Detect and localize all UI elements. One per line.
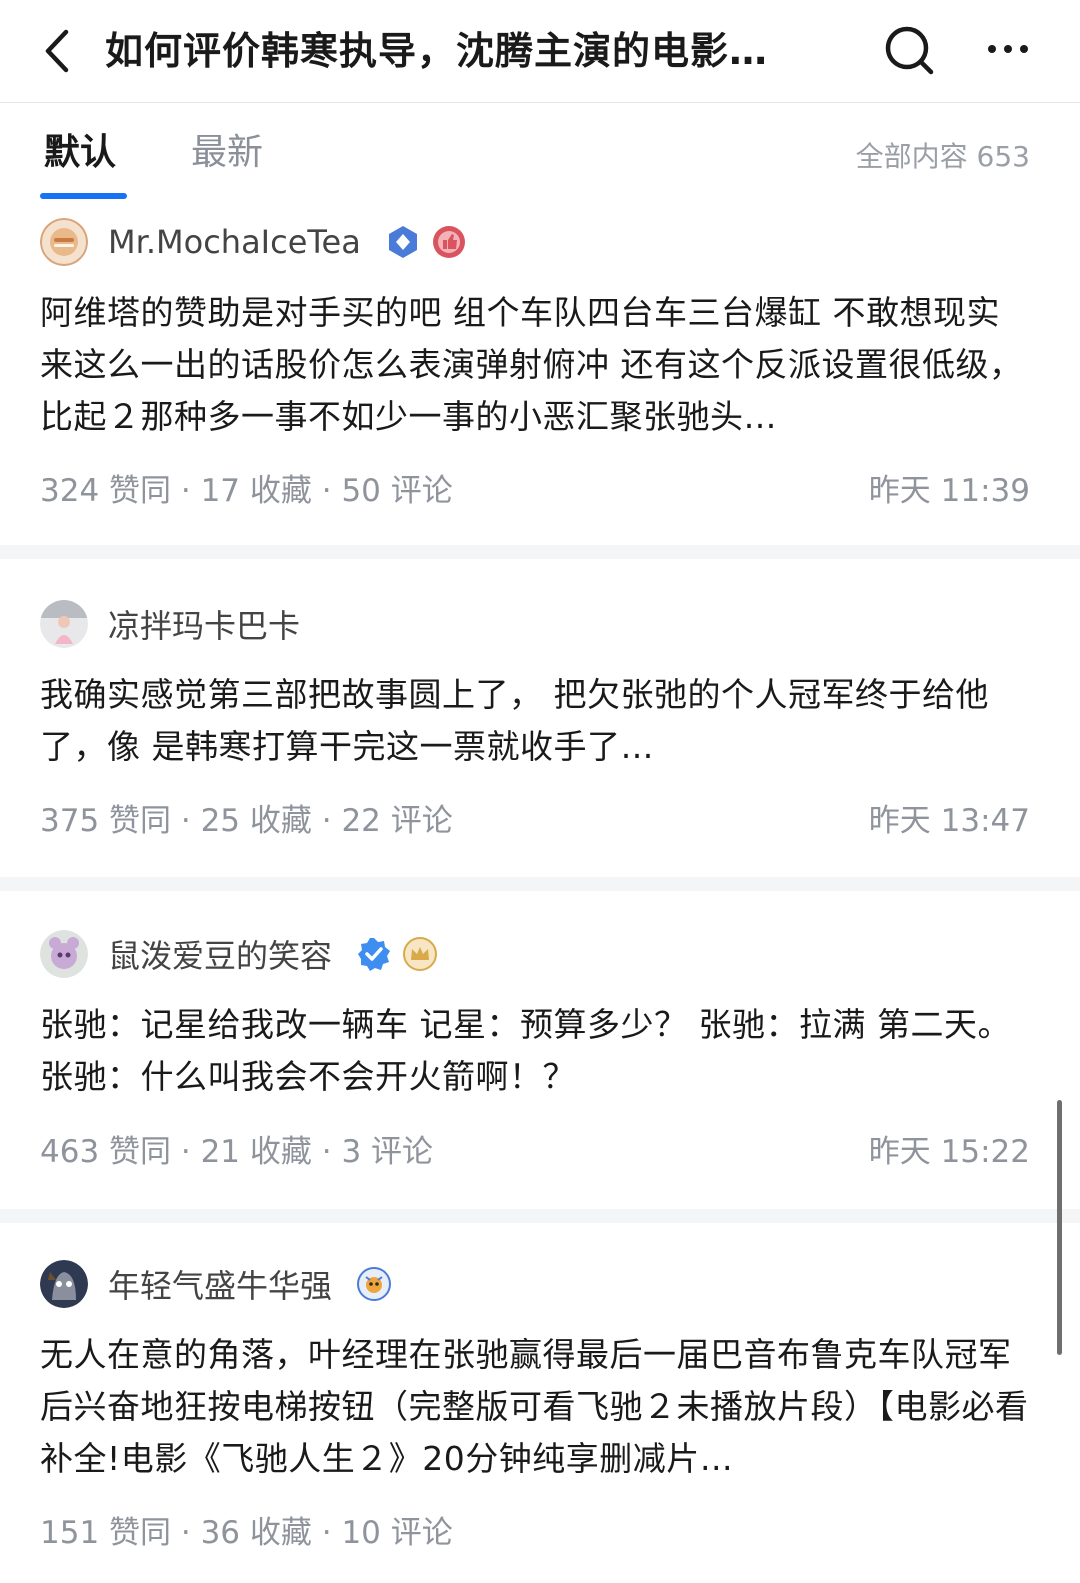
answer-card[interactable]: Mr.MochaIceTea 阿维塔的赞助是对手买的吧 组个车队四台车三台爆缸 … <box>0 199 1080 545</box>
card-divider <box>0 877 1080 891</box>
author-name[interactable]: Mr.MochaIceTea <box>108 223 361 261</box>
answer-stats: 463 赞同 · 21 收藏 · 3 评论 <box>40 1134 434 1170</box>
avatar[interactable] <box>40 1260 88 1308</box>
answer-excerpt[interactable]: 阿维塔的赞助是对手买的吧 组个车队四台车三台爆缸 不敢想现实来这么一出的话股价怎… <box>40 287 1030 443</box>
top-bar: 如何评价韩寒执导，沈腾主演的电影… <box>0 0 1080 103</box>
author-row: 年轻气盛牛华强 <box>40 1259 392 1309</box>
answer-card[interactable]: 年轻气盛牛华强 无人在意的角落，叶经理在张驰赢得最后一届巴音布鲁克车队冠军后兴奋… <box>0 1223 1080 1583</box>
author-row: 鼠泼爱豆的笑容 <box>40 929 438 979</box>
sort-tabs: 默认 最新 全部内容 653 <box>0 103 1080 199</box>
crown-badge-icon <box>403 937 438 971</box>
creator-badge-icon <box>357 1267 392 1301</box>
answer-stats: 324 赞同 · 17 收藏 · 50 评论 <box>40 473 453 509</box>
answer-card[interactable]: 鼠泼爱豆的笑容 张驰：记星给我改一辆车 记星：预算多少？ 张驰：拉满 第二天。 … <box>0 891 1080 1209</box>
author-name[interactable]: 凉拌玛卡巴卡 <box>108 601 300 647</box>
answer-excerpt[interactable]: 张驰：记星给我改一辆车 记星：预算多少？ 张驰：拉满 第二天。 张驰：什么叫我会… <box>40 999 1030 1103</box>
verified-check-icon <box>358 938 391 971</box>
answer-stats: 151 赞同 · 36 收藏 · 10 评论 <box>40 1515 453 1551</box>
scrollbar[interactable] <box>1057 1100 1062 1355</box>
more-icon[interactable] <box>985 34 1031 64</box>
avatar[interactable] <box>40 930 88 978</box>
avatar[interactable] <box>40 218 88 266</box>
answer-stats: 375 赞同 · 25 收藏 · 22 评论 <box>40 803 453 839</box>
card-divider <box>0 545 1080 559</box>
author-name[interactable]: 鼠泼爱豆的笑容 <box>108 931 332 977</box>
answer-time: 昨天 13:47 <box>868 803 1030 839</box>
card-divider <box>0 1209 1080 1223</box>
answer-time: 昨天 11:39 <box>868 473 1030 509</box>
tab-default[interactable]: 默认 <box>44 129 116 177</box>
answer-card[interactable]: 凉拌玛卡巴卡 我确实感觉第三部把故事圆上了， 把欠张弛的个人冠军终于给他了，像 … <box>0 559 1080 877</box>
author-name[interactable]: 年轻气盛牛华强 <box>108 1261 332 1307</box>
avatar[interactable] <box>40 600 88 648</box>
tab-latest[interactable]: 最新 <box>191 129 263 177</box>
author-row: Mr.MochaIceTea <box>40 217 467 267</box>
verified-blue-icon <box>388 226 417 258</box>
thumbs-up-badge-icon <box>432 226 465 258</box>
search-icon[interactable] <box>883 24 935 76</box>
question-title[interactable]: 如何评价韩寒执导，沈腾主演的电影… <box>105 24 768 78</box>
answer-excerpt[interactable]: 无人在意的角落，叶经理在张驰赢得最后一届巴音布鲁克车队冠军后兴奋地狂按电梯按钮（… <box>40 1329 1030 1485</box>
answer-excerpt[interactable]: 我确实感觉第三部把故事圆上了， 把欠张弛的个人冠军终于给他了，像 是韩寒打算干完… <box>40 669 1030 773</box>
author-row: 凉拌玛卡巴卡 <box>40 599 314 649</box>
back-arrow-icon[interactable] <box>38 26 78 76</box>
answer-time: 昨天 15:22 <box>868 1134 1030 1170</box>
total-count: 全部内容 653 <box>855 140 1030 173</box>
